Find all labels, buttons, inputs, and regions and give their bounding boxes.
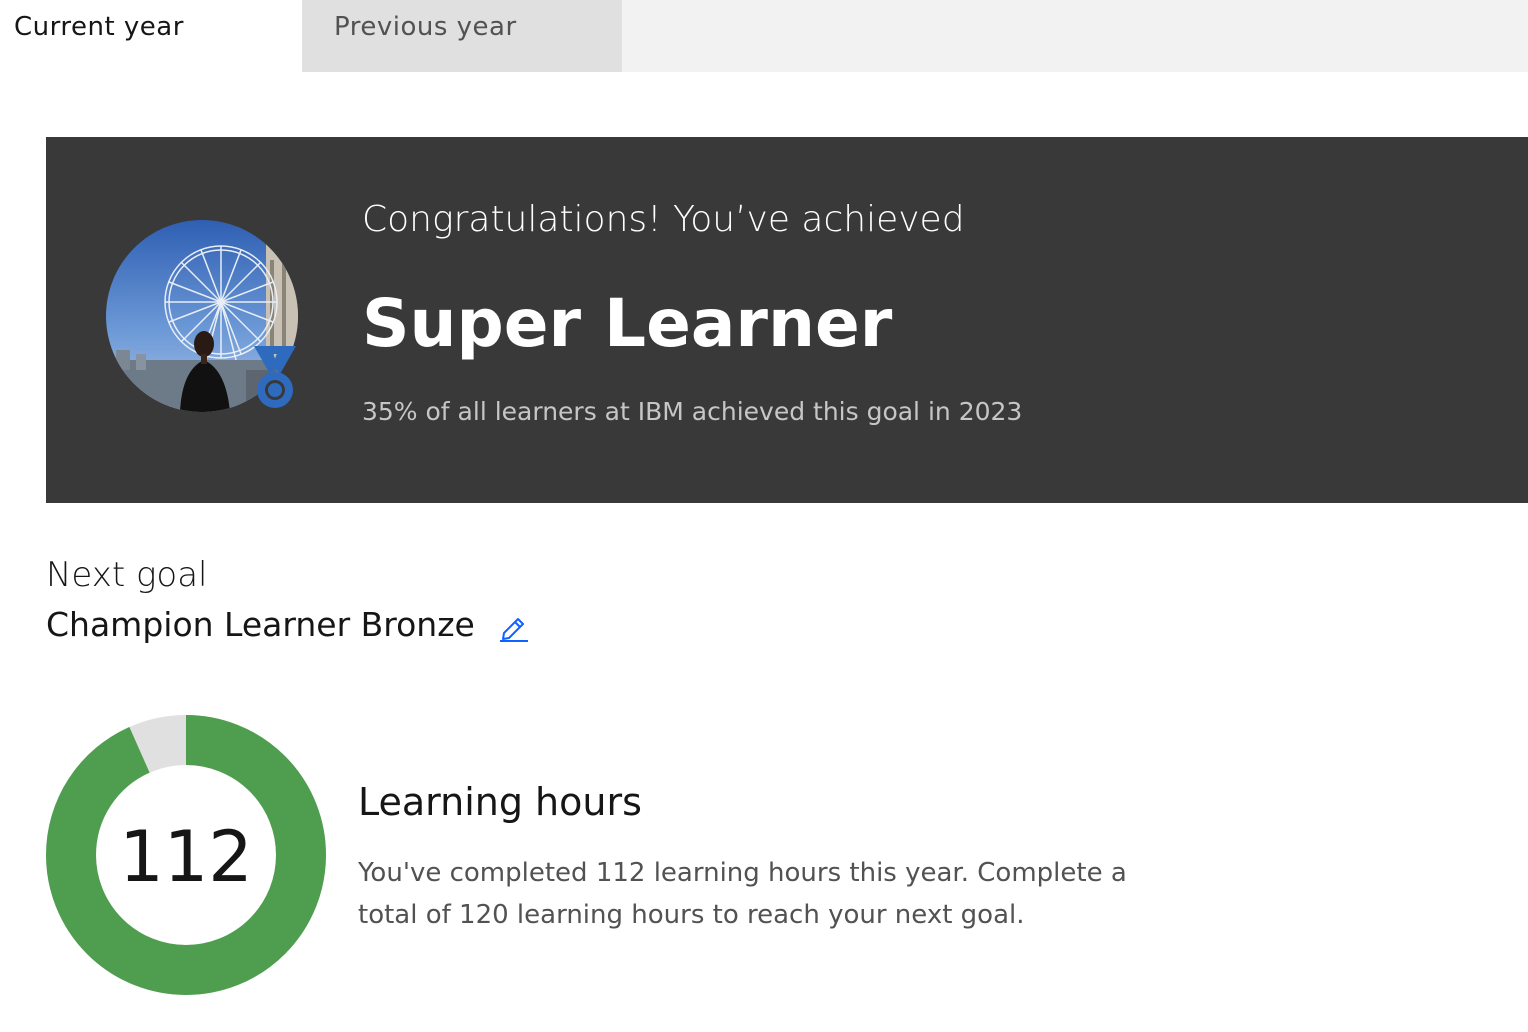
year-tabs: Current year Previous year <box>0 0 1528 72</box>
next-goal-value: Champion Learner Bronze <box>46 605 475 644</box>
medal-icon <box>254 346 296 408</box>
pencil-edit-icon[interactable] <box>498 611 530 643</box>
learning-hours-title: Learning hours <box>358 780 642 824</box>
congrats-text: Congratulations! You’ve achieved <box>362 199 965 240</box>
achievement-stat: 35% of all learners at IBM achieved this… <box>362 397 1023 426</box>
achievement-banner: Congratulations! You’ve achieved Super L… <box>46 137 1528 503</box>
achievement-title: Super Learner <box>362 285 893 362</box>
learning-hours-description: You've completed 112 learning hours this… <box>358 858 1127 930</box>
donut-value: 112 <box>119 816 253 898</box>
tab-current-year[interactable]: Current year <box>0 0 302 72</box>
next-goal-label: Next goal <box>46 555 208 595</box>
learning-hours-donut: 112 <box>46 715 326 995</box>
tab-previous-year[interactable]: Previous year <box>302 0 622 72</box>
